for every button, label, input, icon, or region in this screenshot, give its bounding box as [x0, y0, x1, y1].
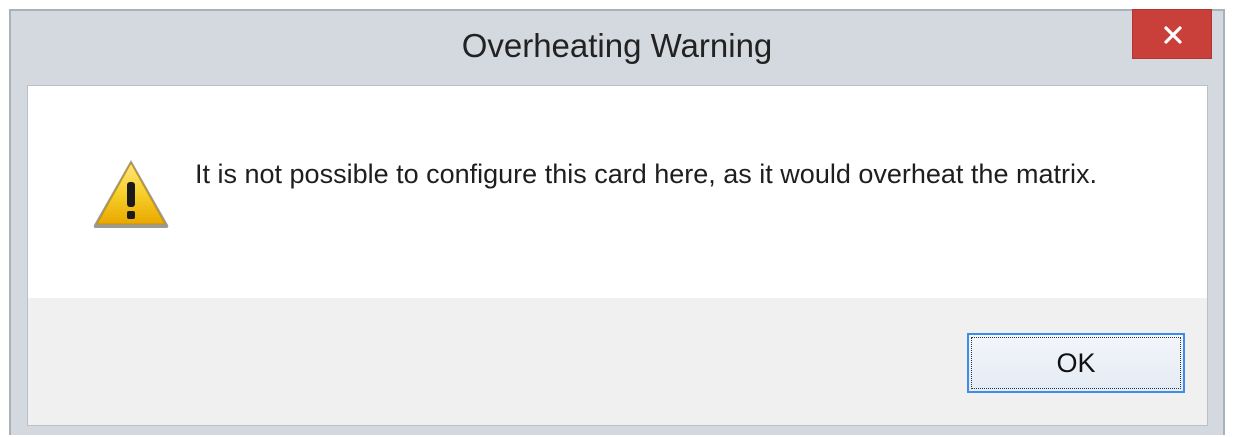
message-area: It is not possible to configure this car… [28, 86, 1207, 298]
title-bar[interactable]: Overheating Warning [11, 9, 1223, 85]
ok-button-label: OK [971, 337, 1181, 389]
ok-button[interactable]: OK [967, 333, 1185, 393]
dialog-window: Overheating Warning It is not possible t… [9, 9, 1225, 435]
close-icon [1164, 26, 1182, 44]
warning-icon [93, 160, 169, 228]
message-text: It is not possible to configure this car… [195, 159, 1097, 189]
button-bar: OK [28, 298, 1207, 425]
dialog-client-area: It is not possible to configure this car… [27, 85, 1208, 426]
close-button[interactable] [1132, 9, 1212, 59]
window-title: Overheating Warning [461, 27, 773, 64]
